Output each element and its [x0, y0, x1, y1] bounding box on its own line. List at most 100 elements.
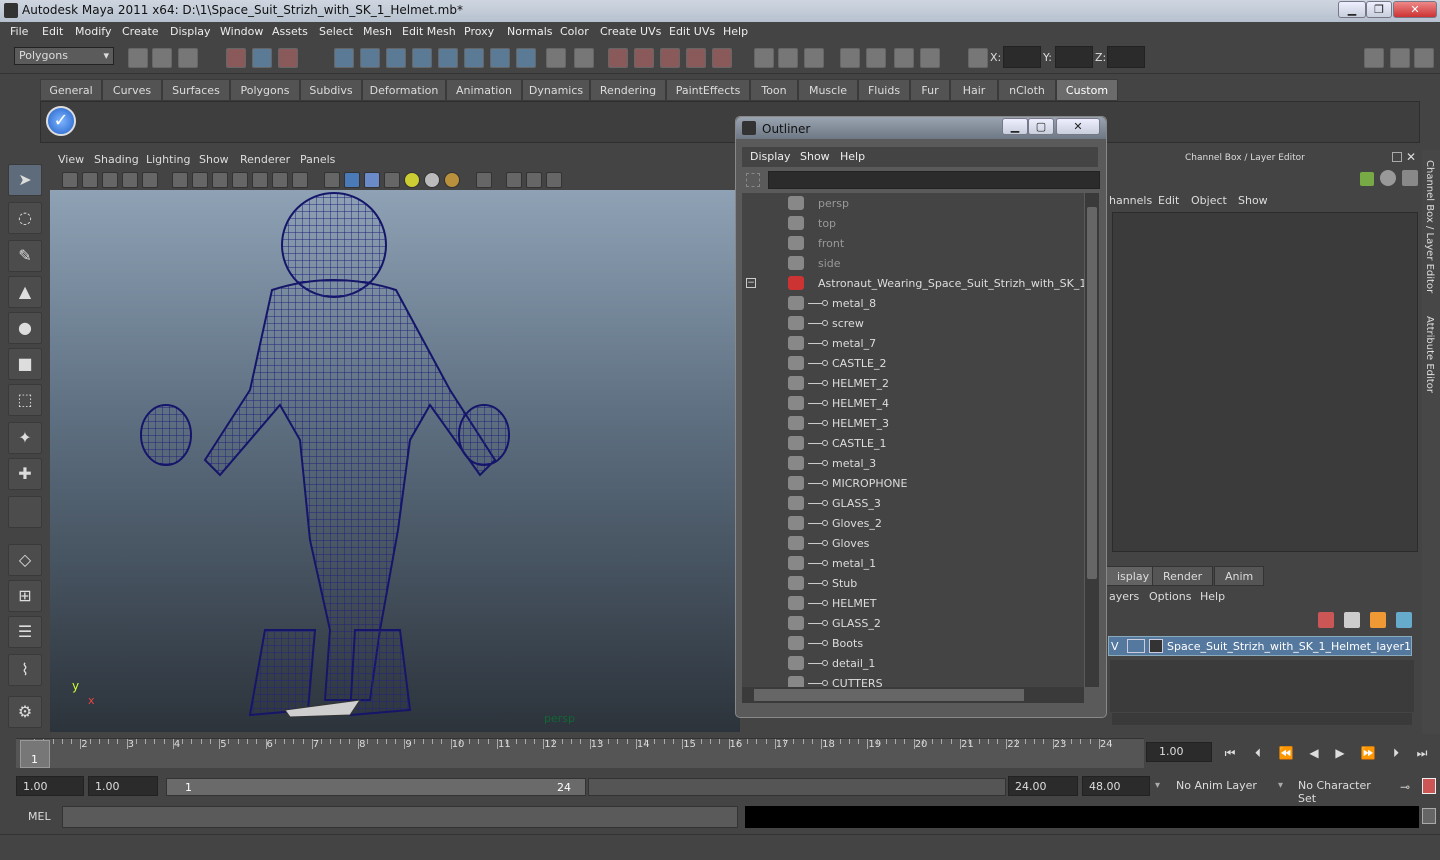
select-render-icon[interactable] — [490, 48, 510, 68]
menu-edit-uvs[interactable]: Edit UVs — [669, 25, 715, 38]
show-hide-tool-settings-icon[interactable] — [1390, 48, 1410, 68]
channel-and-layer-icon[interactable] — [1402, 170, 1418, 186]
move-layer-down-icon[interactable] — [1396, 612, 1412, 628]
transform-mode-icon[interactable] — [968, 48, 988, 68]
menu-modify[interactable]: Modify — [75, 25, 111, 38]
step-forward-key-button[interactable]: ⏩ — [1358, 746, 1378, 762]
outliner-child-row[interactable]: Gloves — [742, 533, 1082, 553]
select-deformation-icon[interactable] — [438, 48, 458, 68]
shelf-tab-dynamics[interactable]: Dynamics — [522, 79, 590, 101]
go-to-end-button[interactable]: ⏭ — [1412, 746, 1432, 762]
outliner-vscroll-thumb[interactable] — [1087, 207, 1097, 579]
step-back-frame-button[interactable]: ⏴ — [1248, 746, 1268, 762]
menu-create[interactable]: Create — [122, 25, 159, 38]
snap-view-plane-icon[interactable] — [686, 48, 706, 68]
x-coordinate-field[interactable] — [1003, 46, 1041, 68]
save-scene-icon[interactable] — [178, 48, 198, 68]
playback-start-field[interactable]: 1.00 — [88, 776, 158, 796]
outliner-layout-icon[interactable]: ☰ — [8, 616, 42, 648]
shelf-tab-muscle[interactable]: Muscle — [798, 79, 858, 101]
viewport-menu-panels[interactable]: Panels — [300, 153, 335, 166]
cb-menu-edit[interactable]: Edit — [1158, 194, 1179, 207]
mel-label[interactable]: MEL — [28, 810, 51, 823]
outliner-root-row[interactable]: − Astronaut_Wearing_Space_Suit_Strizh_wit… — [742, 273, 1084, 293]
show-manipulator-icon[interactable]: ✚ — [8, 458, 42, 490]
cb-menu-channels[interactable]: hannels — [1109, 194, 1152, 207]
play-forwards-button[interactable]: ▶ — [1330, 746, 1350, 762]
shelf-tab-surfaces[interactable]: Surfaces — [162, 79, 230, 101]
layer-color-swatch[interactable] — [1149, 639, 1163, 653]
outliner-child-row[interactable]: HELMET — [742, 593, 1082, 613]
resolution-gate-icon[interactable] — [212, 172, 228, 188]
current-time-marker[interactable]: 1 — [20, 740, 50, 768]
safe-action-icon[interactable] — [272, 172, 288, 188]
outliner-close-button[interactable]: ✕ — [1056, 118, 1100, 135]
perspective-viewport[interactable] — [50, 190, 740, 732]
wireframe-icon[interactable] — [324, 172, 340, 188]
select-surface-icon[interactable] — [412, 48, 432, 68]
outliner-child-row[interactable]: MICROPHONE — [742, 473, 1082, 493]
render-settings-icon[interactable] — [920, 48, 940, 68]
ipr-render-icon[interactable] — [894, 48, 914, 68]
outliner-titlebar[interactable]: Outliner ▁ ▢ ✕ — [736, 117, 1106, 139]
new-scene-icon[interactable] — [128, 48, 148, 68]
cb-menu-show[interactable]: Show — [1238, 194, 1268, 207]
range-slider-track[interactable] — [588, 778, 1006, 796]
bookmark-icon[interactable] — [102, 172, 118, 188]
field-chart-icon[interactable] — [252, 172, 268, 188]
outliner-child-row[interactable]: Stub — [742, 573, 1082, 593]
character-set-dropdown[interactable]: No Character Set — [1292, 776, 1396, 805]
channel-box-area[interactable] — [1112, 212, 1418, 552]
display-layer-row[interactable]: V Space_Suit_Strizh_with_SK_1_Helmet_lay… — [1108, 636, 1412, 656]
outliner-child-row[interactable]: HELMET_2 — [742, 373, 1082, 393]
universal-manipulator-icon[interactable]: ⬚ — [8, 384, 42, 416]
layer-type-toggle[interactable] — [1127, 639, 1145, 653]
gate-mask-icon[interactable] — [232, 172, 248, 188]
script-editor-icon[interactable] — [1422, 808, 1436, 824]
menu-normals[interactable]: Normals — [507, 25, 553, 38]
outliner-tree[interactable]: persp top front side − Astronaut_Wearing_Spac… — [742, 193, 1084, 687]
menu-mesh[interactable]: Mesh — [363, 25, 392, 38]
safe-title-icon[interactable] — [292, 172, 308, 188]
outliner-child-row[interactable]: HELMET_4 — [742, 393, 1082, 413]
viewport-menu-view[interactable]: View — [58, 153, 84, 166]
layer-list-area[interactable] — [1110, 660, 1414, 712]
high-quality-icon[interactable] — [546, 172, 562, 188]
shelf-tab-rendering[interactable]: Rendering — [590, 79, 666, 101]
lasso-tool-icon[interactable]: ◌ — [8, 202, 42, 234]
time-slider[interactable]: 123456789101112131415161718192021222324 — [16, 738, 1144, 768]
go-to-start-button[interactable]: ⏮ — [1220, 746, 1240, 762]
grid-icon[interactable] — [172, 172, 188, 188]
outliner-camera-row[interactable]: top — [742, 213, 1082, 233]
textured-icon[interactable] — [384, 172, 400, 188]
render-frame-icon[interactable] — [866, 48, 886, 68]
range-slider[interactable]: 1 24 — [166, 778, 586, 796]
outliner-child-row[interactable]: GLASS_3 — [742, 493, 1082, 513]
layer-menu-layers[interactable]: ayers — [1109, 590, 1139, 603]
outliner-menu-display[interactable]: Display — [750, 150, 791, 163]
side-tab-attribute-editor[interactable]: Attribute Editor — [1424, 316, 1435, 393]
outliner-child-row[interactable]: HELMET_3 — [742, 413, 1082, 433]
outliner-child-row[interactable]: GLASS_2 — [742, 613, 1082, 633]
outliner-child-row[interactable]: CUTTERS — [742, 673, 1082, 687]
shelf-tab-hair[interactable]: Hair — [950, 79, 998, 101]
auto-key-icon[interactable]: ⊸ — [1400, 780, 1410, 794]
shelf-tab-toon[interactable]: Toon — [750, 79, 798, 101]
menu-assets[interactable]: Assets — [272, 25, 308, 38]
menu-edit-mesh[interactable]: Edit Mesh — [402, 25, 456, 38]
output-ops-icon[interactable] — [778, 48, 798, 68]
start-time-field[interactable]: 1.00 — [16, 776, 84, 796]
show-hide-channel-box-icon[interactable] — [1364, 48, 1384, 68]
viewport-menu-shading[interactable]: Shading — [94, 153, 139, 166]
outliner-child-row[interactable]: metal_3 — [742, 453, 1082, 473]
scale-tool-icon[interactable]: ■ — [8, 348, 42, 380]
animation-prefs-icon[interactable] — [1422, 778, 1436, 794]
render-view-icon[interactable] — [840, 48, 860, 68]
soft-mod-tool-icon[interactable]: ✦ — [8, 422, 42, 454]
close-panel-icon[interactable]: ✕ — [1406, 150, 1416, 164]
outliner-maximize-button[interactable]: ▢ — [1028, 118, 1054, 135]
outliner-child-row[interactable]: Gloves_2 — [742, 513, 1082, 533]
outliner-hscroll-thumb[interactable] — [754, 689, 1024, 701]
menu-edit[interactable]: Edit — [42, 25, 63, 38]
new-layer-from-selection-icon[interactable] — [1318, 612, 1334, 628]
